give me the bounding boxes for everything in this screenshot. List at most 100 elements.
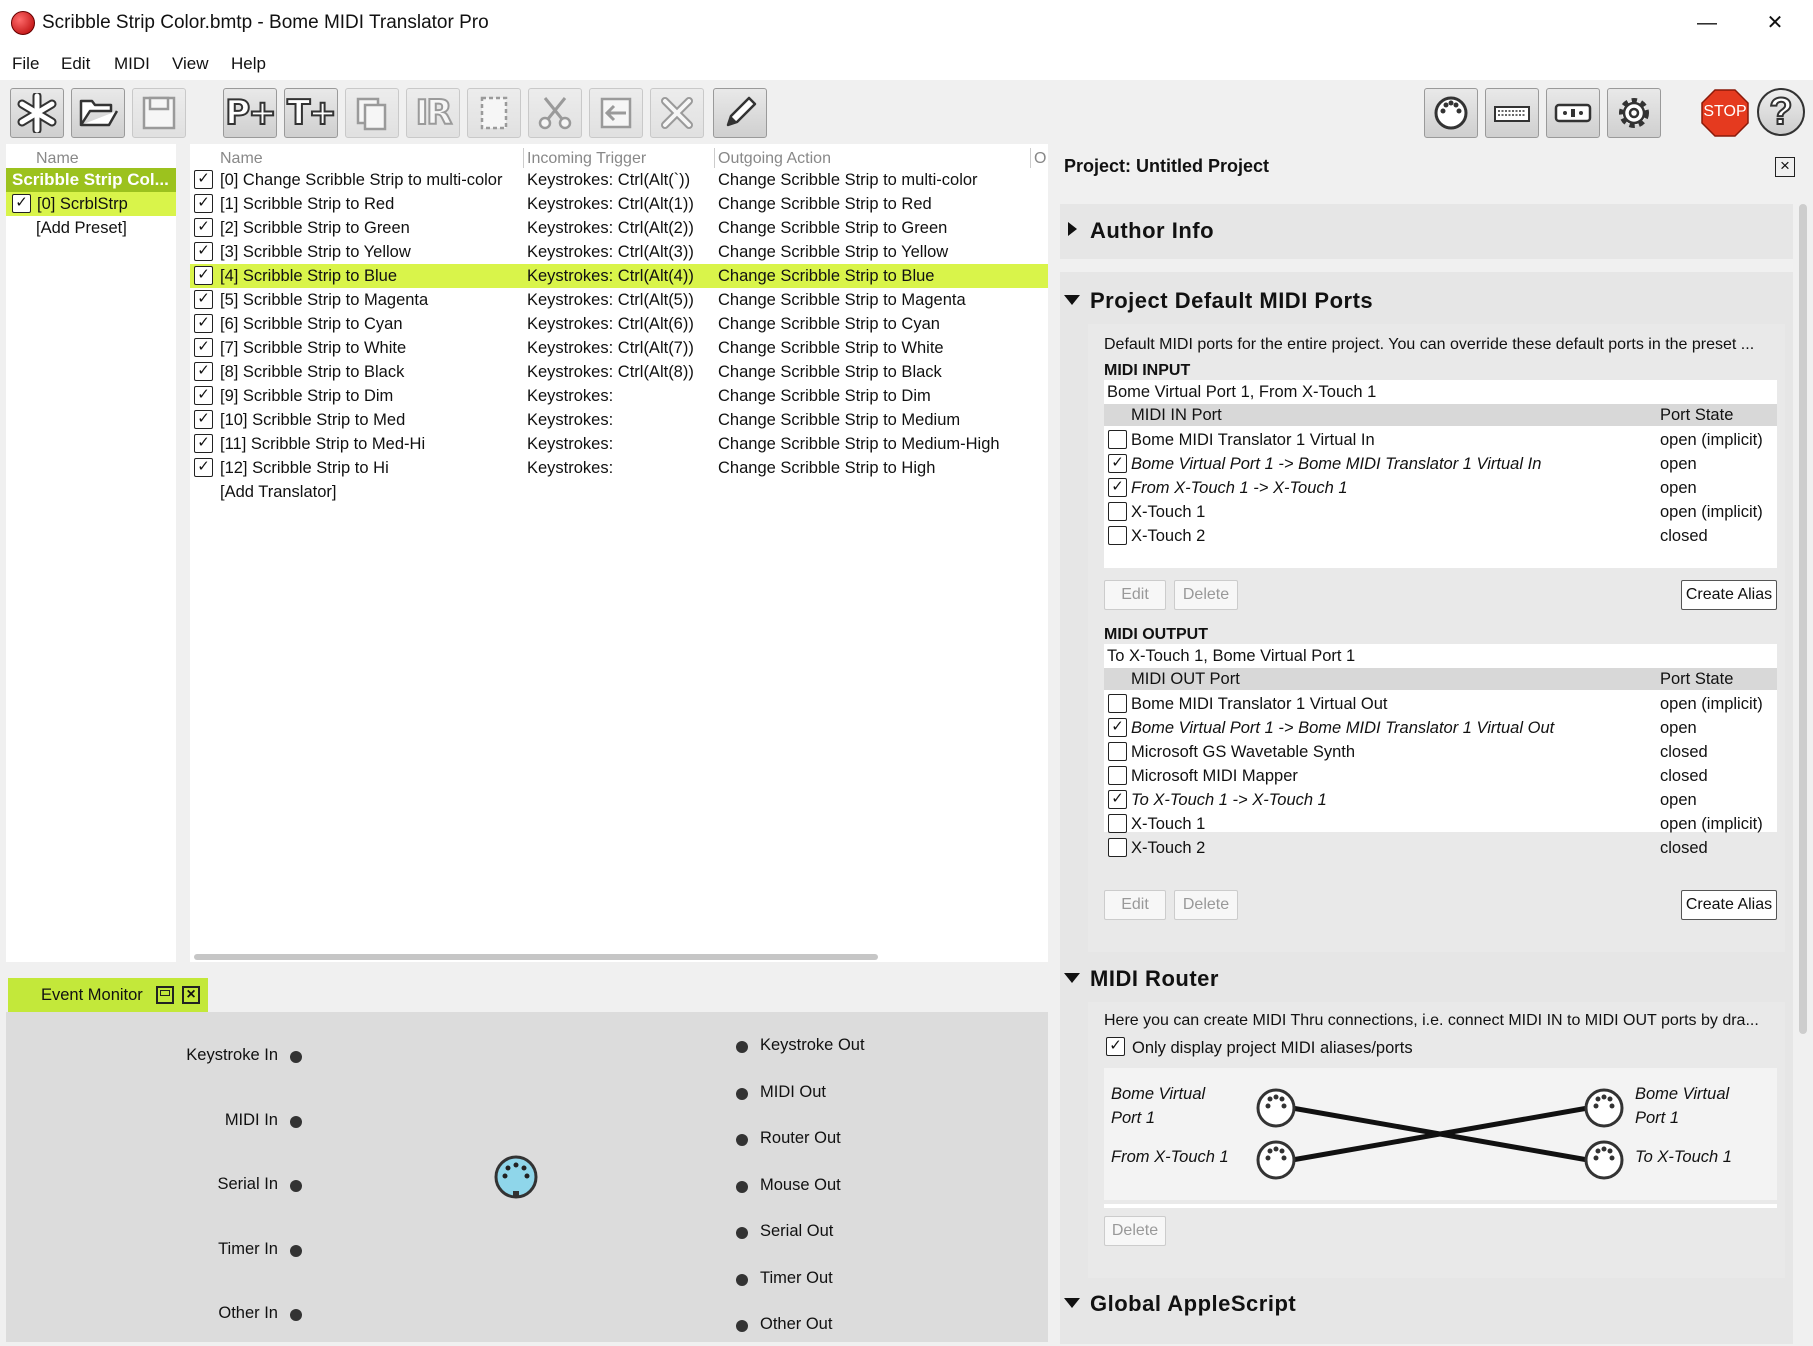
port-row[interactable]: ✓ Bome Virtual Port 1 -> Bome MIDI Transl… xyxy=(1104,452,1777,476)
col-trigger-header[interactable]: Incoming Trigger xyxy=(527,150,646,168)
menu-edit[interactable]: Edit xyxy=(61,54,90,74)
menu-help[interactable]: Help xyxy=(231,54,266,74)
rename-button[interactable] xyxy=(713,88,767,138)
preset-row[interactable]: ✓ [0] ScrblStrp xyxy=(6,192,176,216)
port-row[interactable]: ✓ To X-Touch 1 -> X-Touch 1 open xyxy=(1104,788,1777,812)
help-button[interactable]: ? xyxy=(1757,88,1805,136)
translator-row[interactable]: ✓ [12] Scribble Strip to Hi Keystrokes: Cha… xyxy=(190,456,1048,480)
close-panel-icon[interactable]: × xyxy=(182,986,200,1004)
router-canvas[interactable]: Bome Virtual Port 1 From X-Touch 1 Bome … xyxy=(1104,1068,1777,1200)
translator-row[interactable]: ✓ [8] Scribble Strip to Black Keystrokes: … xyxy=(190,360,1048,384)
port-row[interactable]: X-Touch 1 open (implicit) xyxy=(1104,812,1777,836)
col-extra-header[interactable]: O xyxy=(1034,150,1046,168)
new-preset-button[interactable]: P+ xyxy=(223,88,278,138)
translator-row[interactable]: ✓ [5] Scribble Strip to Magenta Keystrokes… xyxy=(190,288,1048,312)
author-info-section[interactable]: Author Info xyxy=(1060,204,1793,259)
port-row[interactable]: Bome MIDI Translator 1 Virtual In open (i… xyxy=(1104,428,1777,452)
collapse-arrow-icon[interactable] xyxy=(1063,294,1081,306)
collapse-arrow-icon[interactable] xyxy=(1063,972,1081,984)
port-checkbox[interactable]: ✓ xyxy=(1108,790,1127,809)
add-preset[interactable]: [Add Preset] xyxy=(36,219,127,238)
open-button[interactable] xyxy=(71,88,125,138)
translator-checkbox[interactable]: ✓ xyxy=(194,266,213,285)
port-checkbox[interactable]: ✓ xyxy=(1108,718,1127,737)
copy-button[interactable] xyxy=(467,88,521,138)
maximize-panel-icon[interactable] xyxy=(156,986,174,1004)
port-checkbox[interactable]: ✓ xyxy=(1108,478,1127,497)
add-translator[interactable]: [Add Translator] xyxy=(220,483,336,502)
translator-checkbox[interactable]: ✓ xyxy=(194,218,213,237)
port-row[interactable]: ✓ Bome Virtual Port 1 -> Bome MIDI Transl… xyxy=(1104,716,1777,740)
translator-row[interactable]: ✓ [9] Scribble Strip to Dim Keystrokes: Cha… xyxy=(190,384,1048,408)
menu-file[interactable]: File xyxy=(12,54,39,74)
input-delete-button[interactable]: Delete xyxy=(1174,580,1238,610)
horizontal-scrollbar[interactable] xyxy=(194,954,878,960)
translator-checkbox[interactable]: ✓ xyxy=(194,386,213,405)
translator-checkbox[interactable]: ✓ xyxy=(194,314,213,333)
midi-ports-button[interactable] xyxy=(1424,88,1478,138)
port-checkbox[interactable] xyxy=(1108,766,1127,785)
settings-button[interactable] xyxy=(1607,88,1661,138)
output-create-alias-button[interactable]: Create Alias xyxy=(1681,890,1777,920)
translator-row[interactable]: ✓ [3] Scribble Strip to Yellow Keystrokes:… xyxy=(190,240,1048,264)
input-edit-button[interactable]: Edit xyxy=(1104,580,1166,610)
stop-button[interactable]: STOP xyxy=(1700,88,1750,138)
port-checkbox[interactable] xyxy=(1108,502,1127,521)
port-checkbox[interactable] xyxy=(1108,694,1127,713)
delete-button[interactable] xyxy=(650,88,704,138)
col-name-header[interactable]: Name xyxy=(220,150,263,168)
port-row[interactable]: ✓ From X-Touch 1 -> X-Touch 1 open xyxy=(1104,476,1777,500)
port-checkbox[interactable]: ✓ xyxy=(1108,454,1127,473)
preset-checkbox[interactable]: ✓ xyxy=(12,194,31,213)
close-properties-button[interactable]: × xyxy=(1775,157,1795,177)
vertical-scrollbar[interactable] xyxy=(1799,204,1807,1034)
menu-view[interactable]: View xyxy=(172,54,209,74)
event-monitor-tab[interactable]: Event Monitor × xyxy=(8,978,208,1012)
new-project-button[interactable] xyxy=(10,88,64,138)
port-row[interactable]: Microsoft GS Wavetable Synth closed xyxy=(1104,740,1777,764)
collapse-arrow-icon[interactable] xyxy=(1063,1297,1081,1309)
translator-row[interactable]: ✓ [4] Scribble Strip to Blue Keystrokes: C… xyxy=(190,264,1048,288)
project-row[interactable]: Scribble Strip Col... xyxy=(6,168,176,192)
port-checkbox[interactable] xyxy=(1108,430,1127,449)
port-row[interactable]: X-Touch 1 open (implicit) xyxy=(1104,500,1777,524)
output-delete-button[interactable]: Delete xyxy=(1174,890,1238,920)
only-aliases-checkbox[interactable]: ✓ xyxy=(1106,1037,1125,1056)
translator-checkbox[interactable]: ✓ xyxy=(194,434,213,453)
new-translator-button[interactable]: T+ xyxy=(284,88,338,138)
translator-row[interactable]: ✓ [0] Change Scribble Strip to multi-colo… xyxy=(190,168,1048,192)
incoming-rule-button[interactable]: IR xyxy=(406,88,460,138)
output-edit-button[interactable]: Edit xyxy=(1104,890,1166,920)
port-checkbox[interactable] xyxy=(1108,814,1127,833)
cut-button[interactable] xyxy=(528,88,582,138)
translator-row[interactable]: ✓ [10] Scribble Strip to Med Keystrokes: Ch… xyxy=(190,408,1048,432)
translator-checkbox[interactable]: ✓ xyxy=(194,338,213,357)
port-checkbox[interactable] xyxy=(1108,838,1127,857)
port-checkbox[interactable] xyxy=(1108,526,1127,545)
translator-checkbox[interactable]: ✓ xyxy=(194,458,213,477)
input-create-alias-button[interactable]: Create Alias xyxy=(1681,580,1777,610)
port-row[interactable]: Bome MIDI Translator 1 Virtual Out open (… xyxy=(1104,692,1777,716)
translator-checkbox[interactable]: ✓ xyxy=(194,290,213,309)
translator-checkbox[interactable]: ✓ xyxy=(194,194,213,213)
translator-checkbox[interactable]: ✓ xyxy=(194,170,213,189)
translator-checkbox[interactable]: ✓ xyxy=(194,242,213,261)
menu-midi[interactable]: MIDI xyxy=(114,54,150,74)
serial-port-button[interactable] xyxy=(1546,88,1600,138)
close-button[interactable]: ✕ xyxy=(1752,8,1798,38)
duplicate-button[interactable] xyxy=(345,88,399,138)
translator-row[interactable]: ✓ [2] Scribble Strip to Green Keystrokes: … xyxy=(190,216,1048,240)
save-button[interactable] xyxy=(132,88,186,138)
col-action-header[interactable]: Outgoing Action xyxy=(718,150,831,168)
port-row[interactable]: X-Touch 2 closed xyxy=(1104,836,1777,860)
translator-row[interactable]: ✓ [1] Scribble Strip to Red Keystrokes: Ct… xyxy=(190,192,1048,216)
paste-button[interactable] xyxy=(589,88,643,138)
translator-checkbox[interactable]: ✓ xyxy=(194,362,213,381)
port-row[interactable]: Microsoft MIDI Mapper closed xyxy=(1104,764,1777,788)
translator-row[interactable]: ✓ [6] Scribble Strip to Cyan Keystrokes: C… xyxy=(190,312,1048,336)
translator-checkbox[interactable]: ✓ xyxy=(194,410,213,429)
keyboard-button[interactable] xyxy=(1485,88,1539,138)
router-delete-button[interactable]: Delete xyxy=(1104,1216,1166,1246)
translator-row[interactable]: ✓ [11] Scribble Strip to Med-Hi Keystrokes… xyxy=(190,432,1048,456)
port-checkbox[interactable] xyxy=(1108,742,1127,761)
